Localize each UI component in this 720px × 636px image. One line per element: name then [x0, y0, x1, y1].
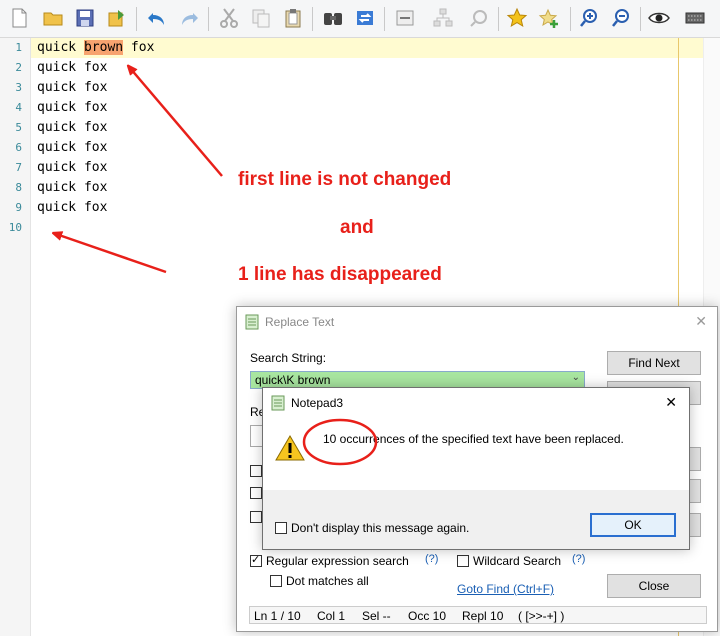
- notepad-icon: [245, 314, 259, 330]
- replace-icon[interactable]: [352, 5, 378, 31]
- redo-icon[interactable]: [176, 5, 202, 31]
- paste-icon[interactable]: [280, 5, 306, 31]
- cut-icon[interactable]: [216, 5, 242, 31]
- status-occ: Occ 10: [408, 609, 447, 623]
- line-number: 6: [15, 141, 22, 154]
- chevron-down-icon[interactable]: ⌄: [572, 372, 580, 383]
- status-bar: Ln 1 / 10 Col 1 Sel -- Occ 10 Repl 10 ( …: [249, 606, 707, 624]
- dot-matches-label: Dot matches all: [286, 574, 369, 588]
- code-line: quick fox: [37, 80, 108, 95]
- line-number: 7: [15, 161, 22, 174]
- message-text: 10 occurrences of the specified text hav…: [323, 432, 624, 446]
- zoom-out-icon[interactable]: [608, 5, 634, 31]
- message-box-close-icon[interactable]: ✕: [665, 394, 677, 411]
- status-ln: Ln 1 / 10: [254, 609, 301, 623]
- word-wrap-icon[interactable]: [392, 5, 418, 31]
- status-repl: Repl 10: [462, 609, 504, 623]
- add-favorite-icon[interactable]: [536, 5, 562, 31]
- save-as-icon[interactable]: [104, 5, 130, 31]
- line-number: 3: [15, 81, 22, 94]
- code-line: quick fox: [37, 200, 108, 215]
- goto-find-link[interactable]: Goto Find (Ctrl+F): [457, 582, 554, 596]
- annotation-text: and: [340, 217, 374, 238]
- option-checkbox[interactable]: [250, 465, 262, 477]
- message-footer: Don't display this message again. OK: [263, 490, 689, 549]
- save-icon[interactable]: [72, 5, 98, 31]
- message-box: Notepad3 ✕ 10 occurrences of the specifi…: [262, 387, 690, 550]
- undo-icon[interactable]: [144, 5, 170, 31]
- line-number: 8: [15, 181, 22, 194]
- status-sel: Sel --: [362, 609, 391, 623]
- option-checkbox[interactable]: [250, 511, 262, 523]
- replace-dialog-title: Replace Text: [265, 315, 335, 329]
- view-icon[interactable]: [646, 5, 672, 31]
- dont-show-checkbox[interactable]: [275, 522, 287, 534]
- wildcard-label: Wildcard Search: [473, 554, 562, 568]
- option-checkbox[interactable]: [250, 487, 262, 499]
- new-file-icon[interactable]: [6, 5, 32, 31]
- line-number: 2: [15, 61, 22, 74]
- code-line: quick fox: [37, 140, 108, 155]
- line-number: 10: [8, 221, 22, 234]
- replace-dialog-close-icon[interactable]: ✕: [695, 313, 707, 330]
- open-folder-icon[interactable]: [40, 5, 66, 31]
- dont-show-label: Don't display this message again.: [291, 521, 470, 535]
- find-next-button[interactable]: Find Next: [607, 351, 701, 375]
- wildcard-help-link[interactable]: (?): [572, 553, 585, 565]
- goto-icon[interactable]: [430, 5, 456, 31]
- code-line: quick fox: [37, 100, 108, 115]
- find-icon[interactable]: [320, 5, 346, 31]
- regex-checkbox[interactable]: ✓: [250, 553, 262, 567]
- line-number: 9: [15, 201, 22, 214]
- annotation-text: 1 line has disappeared: [238, 264, 442, 285]
- notepad-icon: [271, 395, 285, 411]
- line-number: 1: [15, 41, 22, 54]
- settings-icon[interactable]: [682, 5, 708, 31]
- zoom-find-icon[interactable]: [466, 5, 492, 31]
- search-match-highlight: brown: [83, 40, 124, 55]
- zoom-in-icon[interactable]: [576, 5, 602, 31]
- copy-icon[interactable]: [248, 5, 274, 31]
- favorite-icon[interactable]: [504, 5, 530, 31]
- replace-dialog-titlebar: Replace Text ✕: [237, 307, 717, 337]
- status-nav[interactable]: ( [>>-+] ): [518, 609, 564, 623]
- code-line: quick fox: [37, 160, 108, 175]
- line-number: 5: [15, 121, 22, 134]
- line-number: 4: [15, 101, 22, 114]
- message-area: 10 occurrences of the specified text hav…: [263, 418, 689, 490]
- status-col: Col 1: [317, 609, 346, 623]
- message-box-titlebar: Notepad3 ✕: [263, 388, 689, 418]
- search-string-label: Search String:: [250, 351, 327, 365]
- regex-help-link[interactable]: (?): [425, 553, 438, 565]
- message-box-title: Notepad3: [291, 396, 344, 410]
- close-button[interactable]: Close: [607, 574, 701, 598]
- code-line: quick brown fox: [37, 40, 155, 55]
- regex-label: Regular expression search: [266, 554, 409, 568]
- warning-icon: [275, 435, 305, 461]
- code-line: quick fox: [37, 60, 108, 75]
- toolbar: [0, 0, 720, 38]
- wildcard-checkbox[interactable]: [457, 555, 469, 567]
- dot-matches-checkbox[interactable]: [270, 575, 282, 587]
- annotation-text: first line is not changed: [238, 169, 452, 190]
- code-line: quick fox: [37, 180, 108, 195]
- ok-button[interactable]: OK: [590, 513, 676, 537]
- code-line: quick fox: [37, 120, 108, 135]
